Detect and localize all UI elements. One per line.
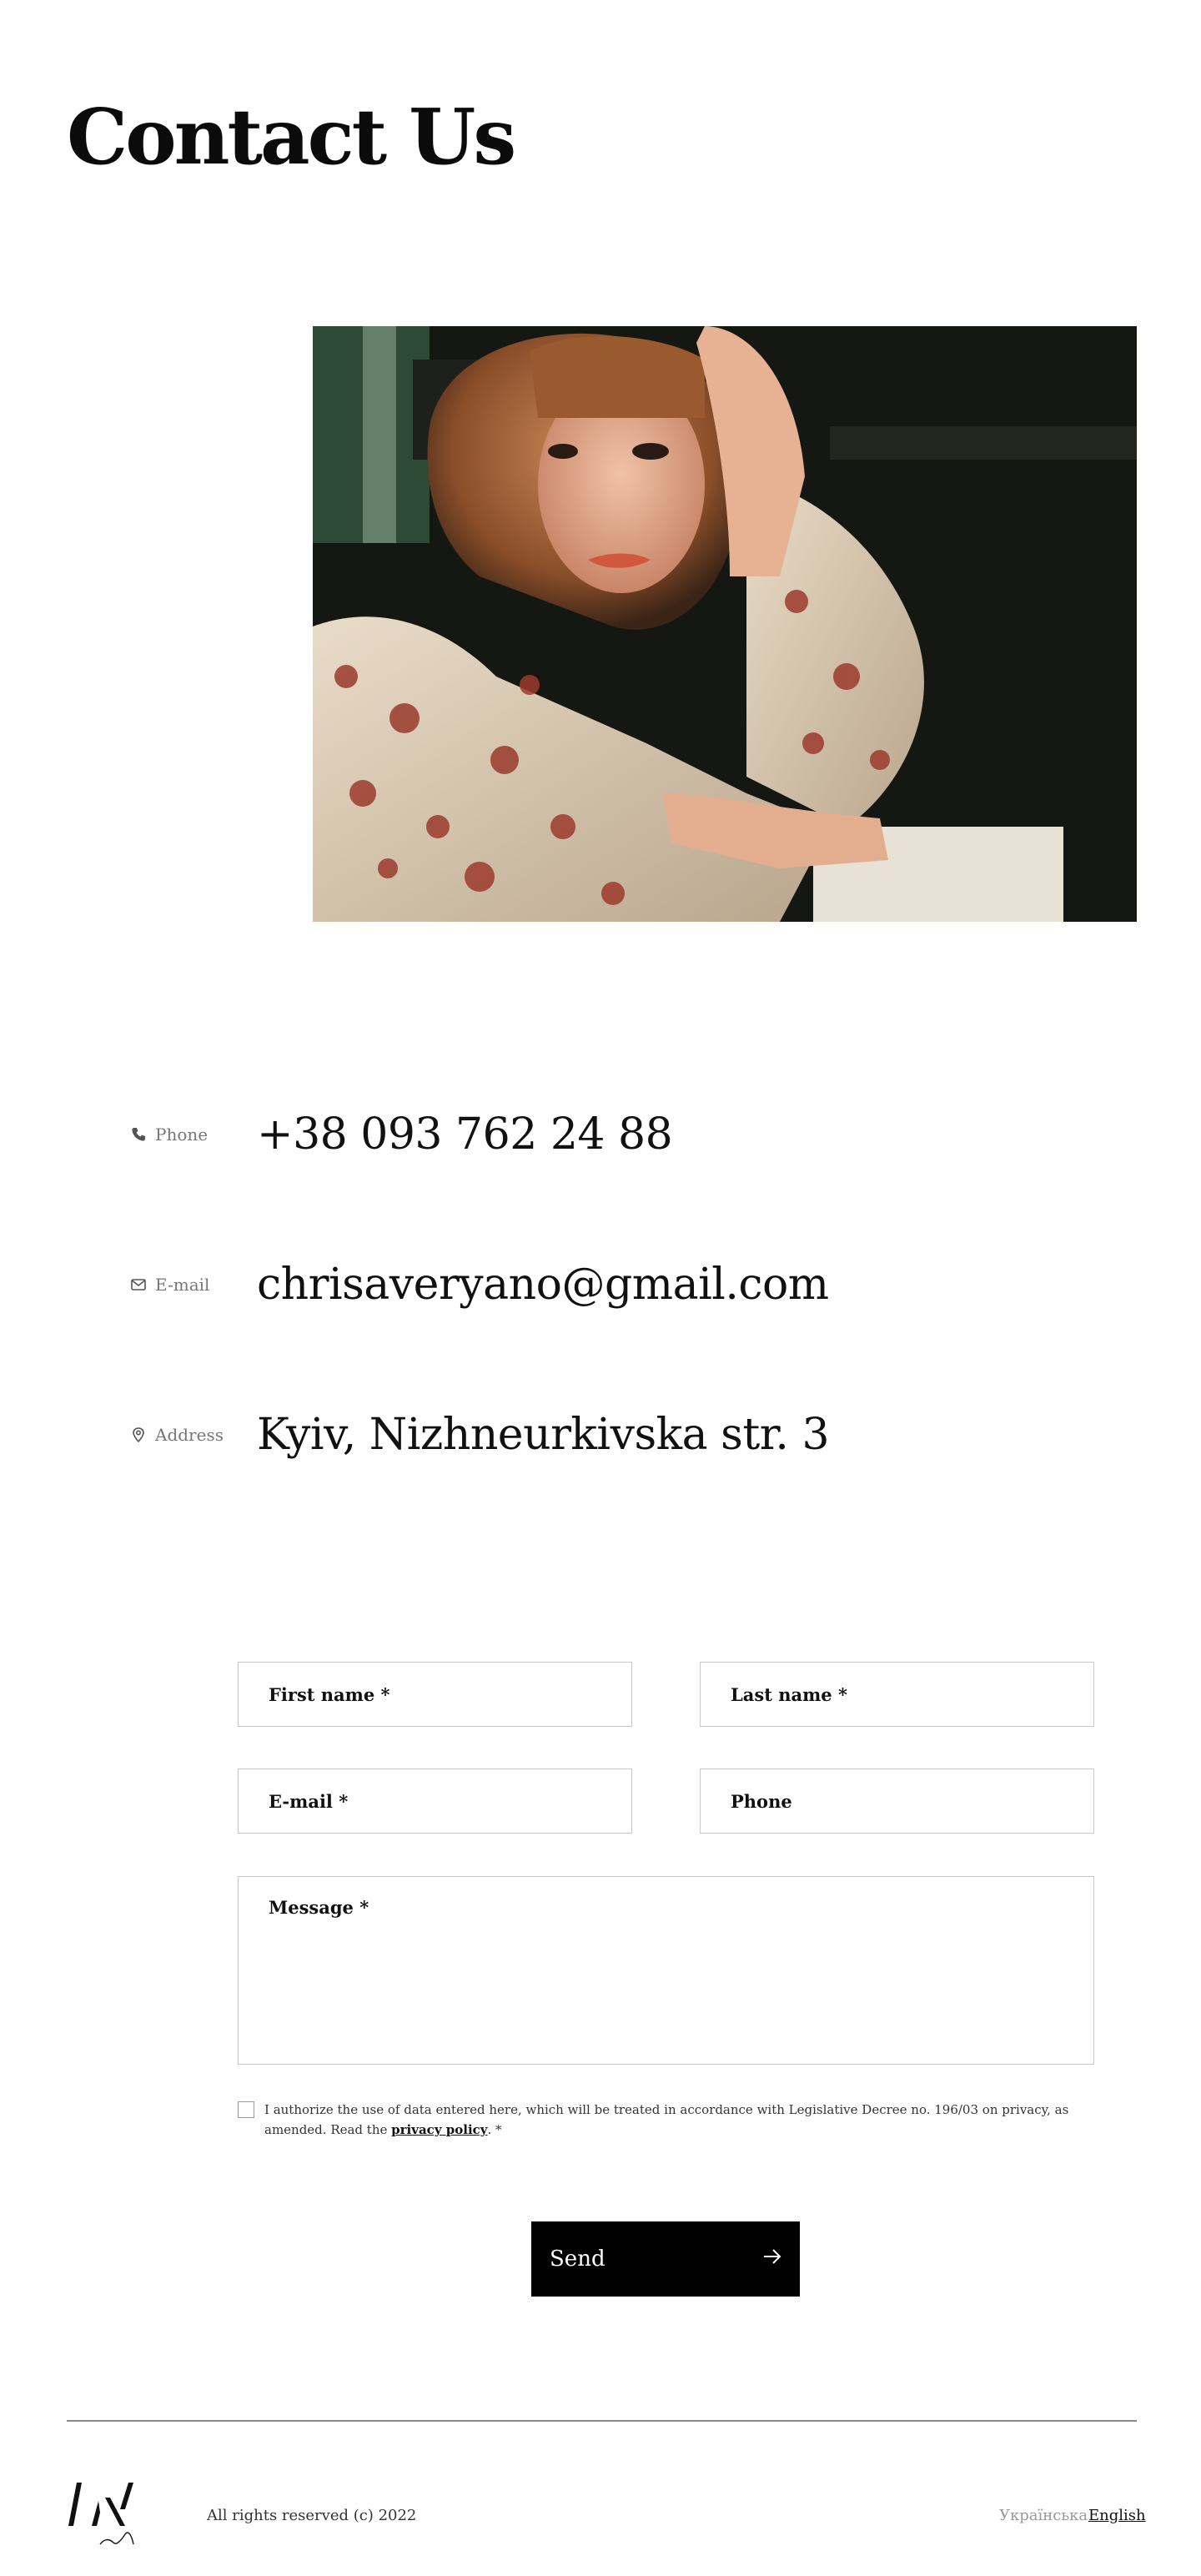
contact-email-value[interactable]: chrisaveryano@gmail.com (257, 1260, 829, 1310)
privacy-consent-text: I authorize the use of data entered here… (264, 2100, 1097, 2140)
consent-suffix: . * (487, 2122, 502, 2137)
footer-divider (67, 2420, 1137, 2422)
last-name-input[interactable] (701, 1663, 1093, 1726)
contact-address-row: Address Kyiv, Nizhneurkivska str. 3 (130, 1401, 1048, 1468)
message-textarea[interactable] (239, 1877, 1093, 2064)
page-title: Contact Us (67, 92, 516, 182)
phone-input[interactable] (701, 1769, 1093, 1833)
phone-field (700, 1768, 1094, 1834)
email-field (238, 1768, 632, 1834)
portrait-photo (313, 326, 1137, 922)
contact-phone-label: Phone (130, 1124, 208, 1145)
language-ukrainian-link[interactable]: Українська (999, 2507, 1088, 2524)
contact-address-value: Kyiv, Nizhneurkivska str. 3 (257, 1410, 830, 1460)
privacy-policy-link[interactable]: privacy policy (391, 2122, 487, 2137)
first-name-input[interactable] (239, 1663, 631, 1726)
language-english-link[interactable]: English (1088, 2507, 1146, 2524)
send-button-label: Send (550, 2246, 606, 2272)
contact-phone-label-text: Phone (155, 1124, 209, 1145)
contact-email-row: E-mail chrisaveryano@gmail.com (130, 1251, 1048, 1318)
contact-phone-row: Phone +38 093 762 24 88 (130, 1101, 1048, 1168)
send-button[interactable]: Send (531, 2221, 800, 2297)
copyright-text: All rights reserved (c) 2022 (207, 2507, 417, 2524)
privacy-consent-checkbox[interactable] (238, 2101, 254, 2118)
last-name-field (700, 1662, 1094, 1727)
contact-email-label: E-mail (130, 1275, 209, 1295)
first-name-field (238, 1662, 632, 1727)
map-pin-icon (130, 1426, 147, 1443)
mail-icon (130, 1276, 147, 1293)
email-input[interactable] (239, 1769, 631, 1833)
phone-icon (130, 1126, 147, 1143)
consent-text: I authorize the use of data entered here… (264, 2102, 1069, 2137)
contact-address-label: Address (130, 1425, 224, 1445)
message-field (238, 1876, 1094, 2065)
arrow-right-icon (761, 2246, 783, 2273)
contact-email-label-text: E-mail (155, 1275, 210, 1295)
privacy-consent: I authorize the use of data entered here… (238, 2100, 1097, 2140)
site-logo[interactable] (67, 2476, 138, 2551)
contact-address-label-text: Address (155, 1425, 224, 1445)
contact-phone-value[interactable]: +38 093 762 24 88 (257, 1109, 673, 1160)
